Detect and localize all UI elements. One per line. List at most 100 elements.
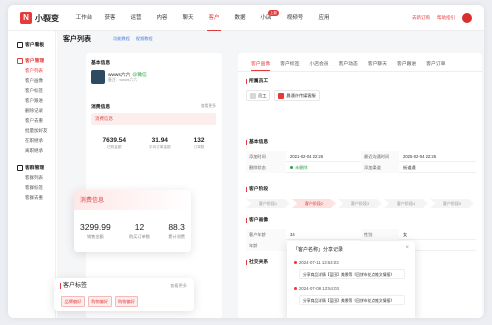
timeline-dot-icon	[294, 287, 297, 290]
stat-orders: 132 订单数	[194, 137, 205, 150]
nav-item-chat[interactable]: 聊天	[175, 5, 201, 31]
consume-more-link[interactable]: 查看更多	[201, 104, 216, 109]
order-link[interactable]: 去新订购	[412, 15, 430, 21]
sidebar-item-customer-list[interactable]: 客户列表	[8, 66, 55, 76]
nav-item-store[interactable]: 小店 上新	[253, 5, 279, 31]
sidebar-group-customer-manage[interactable]: 客户管理	[8, 55, 55, 66]
nav-item-apps[interactable]: 应用	[311, 5, 337, 31]
nav-item-customer[interactable]: 客户	[201, 5, 227, 31]
sidebar-group-group-manage[interactable]: 客群管理	[8, 162, 55, 173]
event-time-text: 2024-07-08 13:54:03	[299, 286, 339, 291]
tab-activity[interactable]: 客户动态	[334, 59, 363, 71]
status-dot-icon	[290, 166, 293, 169]
stage-step[interactable]: 客户阶段5	[430, 199, 474, 208]
sidebar-item-group-dedupe[interactable]: 客群去重	[8, 193, 55, 203]
stage-step-active[interactable]: 客户阶段2	[292, 199, 336, 208]
sidebar-item-group-tags[interactable]: 客群标签	[8, 183, 55, 193]
field-label: 客户年龄	[246, 229, 286, 240]
sidebar-item-inherit[interactable]: 在职继承	[8, 136, 55, 146]
new-badge: 上新	[268, 10, 279, 16]
customer-name: wwws六六 @微信	[108, 71, 147, 78]
stat-avg-order: 31.94 平均订单金额	[149, 137, 171, 150]
brand-name: 小裂变	[35, 13, 59, 23]
stat-label: 累计消费	[168, 234, 185, 239]
sidebar-group-dashboard[interactable]: 客户看板	[8, 39, 55, 50]
stat-buy-orders: 12 购买订单数	[129, 222, 150, 240]
brand-logo[interactable]: N 小裂变	[20, 12, 59, 24]
sidebar-item-group-list[interactable]: 客群列表	[8, 173, 55, 183]
tag-chips: 品牌偏好 购物偏好 购物偏好	[61, 296, 139, 307]
share-record-popup: 「客户名称」分享记录 × 2024-07-11 13:54:03 分享商品详情【…	[287, 241, 415, 318]
staff-list: 员工 晨通许传媒客服	[246, 90, 320, 101]
tab-chat[interactable]: 客户聊天	[363, 59, 392, 71]
tab-divider	[238, 71, 482, 72]
brand-logo-icon: N	[20, 12, 32, 24]
staff-avatar	[250, 92, 256, 99]
stat-label: 销售金额	[86, 234, 104, 239]
consume-card-stats: 3299.99 销售金额 12 购买订单数 88.3 累计消费	[80, 222, 185, 240]
stage-steps: 客户阶段1 客户阶段2 客户阶段3 客户阶段4 客户阶段5	[246, 199, 476, 208]
event-time: 2024-07-11 13:54:03	[294, 260, 339, 265]
sidebar-item-delete-log[interactable]: 删除记录	[8, 106, 55, 116]
sidebar-group-label: 客户管理	[25, 59, 45, 64]
staff-card[interactable]: 员工	[246, 90, 271, 101]
tags-more-link[interactable]: 查看更多	[170, 283, 187, 289]
tab-follow[interactable]: 客户跟进	[392, 59, 421, 71]
event-card[interactable]: 分享商品详情【蓝田】美景等《回饼市花点推文情报》	[299, 269, 405, 279]
table-row: 删除状态 未删除 添加渠道 街道通	[246, 162, 476, 173]
stat-value: 12	[134, 222, 145, 232]
sidebar-item-resign-inherit[interactable]: 离职继承	[8, 146, 55, 156]
sidebar-item-dedupe[interactable]: 客户去重	[8, 116, 55, 126]
stage-step[interactable]: 客户阶段1	[246, 199, 290, 208]
field-label: 添加时间	[246, 151, 286, 162]
stat-label: 平均订单金额	[149, 145, 171, 149]
field-label: 最近沟通时间	[361, 151, 399, 162]
tags-card-title: 客户标签	[60, 283, 87, 289]
help-link[interactable]: 帮助指引	[437, 15, 455, 21]
stat-sales: 3299.99 销售金额	[80, 222, 111, 240]
timeline-dot-icon	[294, 261, 297, 264]
event-card[interactable]: 分享商品详情【蓝田】美景等《回饼市花点推文情报》	[299, 295, 405, 305]
avatar[interactable]	[462, 13, 472, 23]
nav-item-channels[interactable]: 视频号	[279, 5, 311, 31]
portrait-title: 客户画像	[246, 218, 268, 223]
video-tutorial-link[interactable]: 视频教程	[136, 36, 153, 42]
basic-info-grid: 添加时间 2021-02-04 22:26 最近沟通时间 2025-02-04 …	[246, 151, 476, 173]
event-time-text: 2024-07-11 13:54:03	[299, 260, 339, 265]
staff-card[interactable]: 晨通许传媒客服	[274, 90, 320, 101]
tag-chip[interactable]: 品牌偏好	[61, 296, 85, 307]
nav-item-workbench[interactable]: 工作台	[71, 5, 97, 31]
consume-info-card: 消费信息 3299.99 销售金额 12 购买订单数 88.3 累计消费	[74, 190, 191, 252]
customer-tags-card: 客户标签 查看更多 品牌偏好 购物偏好 购物偏好	[54, 278, 194, 311]
popup-title: 「客户名称」分享记录	[293, 247, 344, 253]
tag-chip[interactable]: 购物偏好	[114, 296, 139, 307]
nav-item-content[interactable]: 内容	[149, 5, 175, 31]
field-value: 34	[290, 232, 295, 237]
sidebar-item-tags[interactable]: 客户标签	[8, 86, 55, 96]
nav-item-data[interactable]: 数据	[227, 5, 253, 31]
tab-portrait[interactable]: 客户画像	[246, 59, 275, 71]
sidebar-item-follow[interactable]: 客户跟进	[8, 96, 55, 106]
tab-tags[interactable]: 客户标签	[275, 59, 304, 71]
event-time: 2024-07-08 13:54:03	[294, 286, 339, 291]
sidebar: 客户看板 客户管理 客户列表 客户画像 客户标签 客户跟进 删除记录 客户去重 …	[8, 31, 56, 318]
top-nav: 工作台 获客 运营 内容 聊天 客户 数据 小店 上新 视频号 应用	[71, 5, 337, 31]
customer-avatar	[91, 70, 105, 84]
staff-avatar	[278, 92, 285, 99]
tab-orders[interactable]: 客户订单	[421, 59, 450, 71]
sidebar-item-portrait[interactable]: 客户画像	[8, 76, 55, 86]
tutorial-link[interactable]: 功能教程	[113, 36, 130, 42]
tag-chip[interactable]: 购物偏好	[87, 296, 112, 307]
stage-step[interactable]: 客户阶段4	[384, 199, 428, 208]
page-help-links: 功能教程 视频教程	[113, 36, 153, 42]
social-title: 社交关系	[246, 260, 268, 265]
staff-title: 所属员工	[246, 79, 268, 84]
nav-item-acquire[interactable]: 获客	[97, 5, 123, 31]
close-icon[interactable]: ×	[405, 245, 409, 251]
stage-step[interactable]: 客户阶段3	[338, 199, 382, 208]
sidebar-item-batch-add[interactable]: 批量加好友	[8, 126, 55, 136]
field-value: 2025-02-04 22:26	[403, 154, 437, 159]
tab-members[interactable]: 小店会员	[304, 59, 333, 71]
nav-item-operate[interactable]: 运营	[123, 5, 149, 31]
user-icon	[17, 57, 23, 64]
